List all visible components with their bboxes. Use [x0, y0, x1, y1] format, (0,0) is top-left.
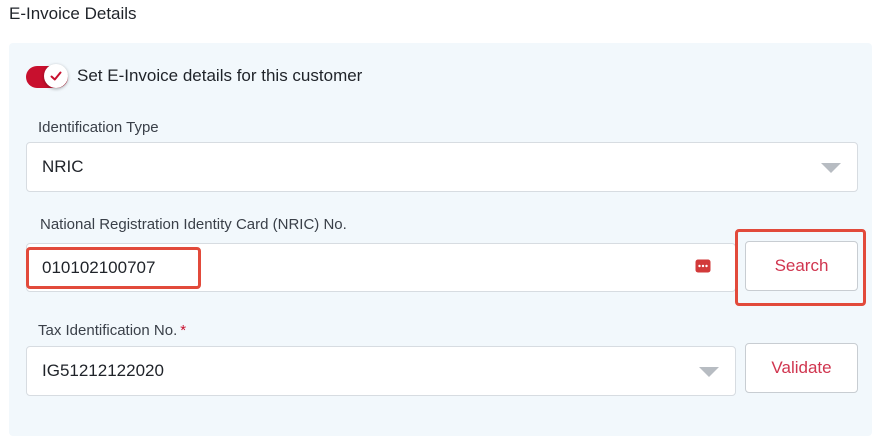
identification-type-value: NRIC: [42, 157, 84, 176]
toggle-label: Set E-Invoice details for this customer: [77, 66, 363, 85]
search-button[interactable]: Search: [745, 241, 858, 291]
tin-select[interactable]: IG51212122020: [26, 346, 736, 396]
id-card-icon[interactable]: [695, 259, 711, 273]
chevron-down-icon: [821, 163, 841, 173]
toggle-knob: [44, 64, 68, 88]
required-marker: *: [180, 322, 187, 339]
section-title: E-Invoice Details: [9, 4, 137, 23]
nric-input[interactable]: 010102100707: [26, 243, 736, 292]
einvoice-toggle[interactable]: [26, 64, 68, 90]
identification-type-label: Identification Type: [38, 119, 159, 136]
chevron-down-icon: [699, 367, 719, 377]
identification-type-select[interactable]: NRIC: [26, 142, 858, 192]
validate-button[interactable]: Validate: [745, 343, 858, 393]
nric-value: 010102100707: [42, 257, 156, 277]
tin-label-text: Tax Identification No.: [38, 322, 178, 339]
check-icon: [50, 71, 62, 81]
tin-value: IG51212122020: [42, 361, 164, 380]
nric-label: National Registration Identity Card (NRI…: [40, 216, 347, 233]
tin-label: Tax Identification No. *: [38, 322, 186, 339]
